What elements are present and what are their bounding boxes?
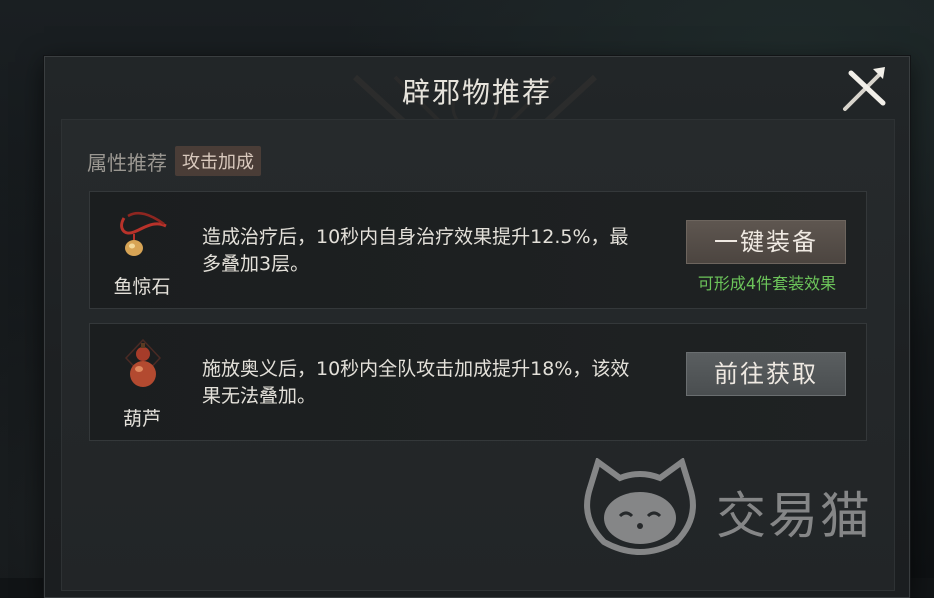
pendant-icon [120,212,167,256]
watermark-text: 交易猫 [716,487,872,545]
item-name: 鱼惊石 [113,276,171,298]
cat-logo-icon [584,457,696,555]
dialog-title: 辟邪物推荐 [401,76,552,109]
equip-all-button[interactable]: 一键装备 [686,220,846,264]
gourd-icon [124,338,162,387]
attribute-label: 属性推荐 [87,150,167,175]
item-description: 造成治疗后，10秒内自身治疗效果提升12.5%，最多叠加3层。 [202,226,629,275]
item-description: 施放奥义后，10秒内全队攻击加成提升18%，该效果无法叠加。 [202,358,630,407]
close-icon [843,67,886,111]
watermark: 交易猫 [580,457,910,558]
close-button[interactable] [837,63,891,117]
item-card: 鱼惊石 造成治疗后，10秒内自身治疗效果提升12.5%，最多叠加3层。 一键装备… [89,191,867,309]
attribute-row: 属性推荐 攻击加成 [87,146,261,176]
item-name: 葫芦 [122,408,161,430]
set-effect-note: 可形成4件套装效果 [697,274,837,293]
attribute-tag: 攻击加成 [175,146,261,176]
item-card: 葫芦 施放奥义后，10秒内全队攻击加成提升18%，该效果无法叠加。 前往获取 [89,323,867,441]
go-obtain-button[interactable]: 前往获取 [686,352,846,396]
